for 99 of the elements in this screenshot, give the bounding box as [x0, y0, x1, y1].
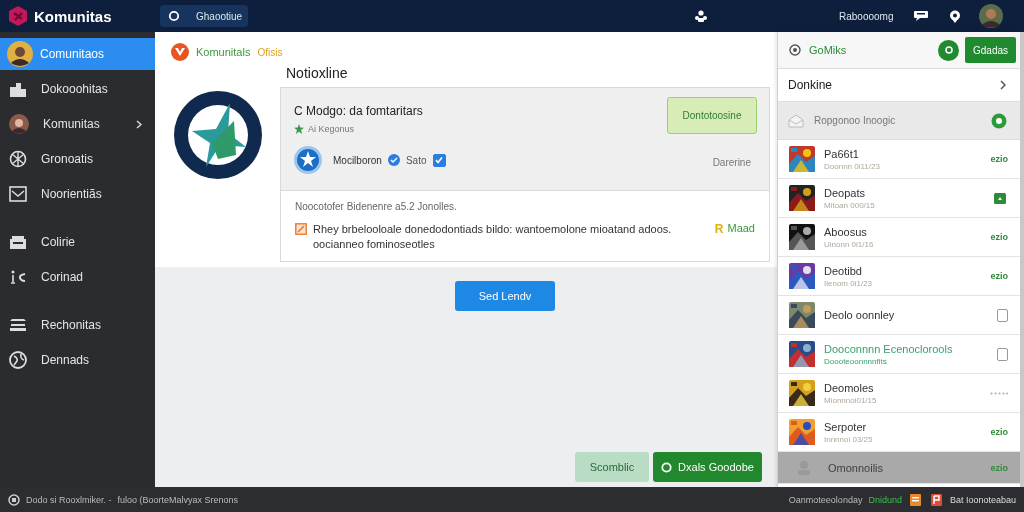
read-link[interactable]: Maad [727, 222, 755, 236]
circle-icon [661, 461, 673, 473]
item-title: Deomoles [824, 381, 875, 394]
hexagon-logo-icon [8, 5, 28, 27]
sidebar-item[interactable]: Corinad [0, 261, 155, 293]
info-icon [8, 493, 20, 506]
filter-row[interactable]: Ropgonoo Inoogic [778, 102, 1020, 140]
letter-mark: R [714, 222, 724, 236]
sidebar-item[interactable]: Dennads [0, 344, 155, 376]
item-title: Aboosus [824, 225, 868, 238]
avatar-icon [9, 114, 29, 134]
location-pin-icon[interactable] [949, 9, 962, 23]
flag-icon [930, 493, 942, 506]
list-item[interactable]: Aboosus Uinonn 0i1/16 ezio [778, 218, 1020, 257]
user-name: Mocilboron [333, 154, 382, 166]
item-tag: ezio [990, 232, 1008, 242]
breadcrumb-tag: Ofisis [257, 46, 283, 58]
send-button[interactable]: Sed Lendv [455, 281, 555, 311]
list-item[interactable]: Omonnoilis ezio [778, 452, 1020, 484]
user-tag: Sato [405, 154, 427, 166]
checkbox[interactable] [432, 153, 446, 167]
note-text: Noocotofer Bidenenre a5.2 Jonolles. [295, 201, 458, 212]
app-name: Komunitas [34, 7, 112, 25]
star-logo-icon [174, 91, 262, 179]
status-tag: Dnidund [868, 494, 902, 505]
list-item[interactable]: Dooconnnn Ecenoclorools Doooteoonnnnfits [778, 335, 1020, 374]
edit-icon [295, 223, 307, 235]
envelope-icon [788, 113, 804, 128]
more-icon [990, 391, 1008, 395]
chevron-right-icon [1000, 80, 1006, 90]
status-text: Oanmoteeolonday [788, 494, 863, 505]
list-item[interactable]: Deolo oonnley [778, 296, 1020, 335]
item-subtitle: Mionnnoi01/15 [824, 395, 878, 405]
item-title: Pa66t1 [824, 147, 860, 160]
primary-button[interactable]: Dxals Goodobe [653, 452, 762, 482]
sidebar-item[interactable]: Komunitas [0, 108, 155, 140]
message-text: Rhey brbelooloale donedodontiads bildo: wantoemolone mioatand adoos. oocianneo fominoseotles [313, 222, 673, 252]
search-field[interactable]: Ghaootiue [160, 5, 248, 27]
section-title: Donkine [788, 78, 833, 92]
item-tag: ezio [990, 462, 1008, 473]
avatar-icon[interactable] [979, 4, 1004, 28]
status-text: Bat Ioonoteabau [949, 494, 1016, 505]
item-title: Deopats [824, 186, 866, 199]
sidebar-item[interactable]: Colirie [0, 226, 155, 258]
search-icon [168, 10, 180, 22]
breadcrumb: Komunitals [196, 46, 251, 58]
play-button[interactable] [938, 39, 959, 61]
action-button[interactable]: Gdadas [965, 37, 1016, 63]
verified-icon [387, 154, 400, 166]
filter-label: Ropgonoo Inoogic [814, 115, 896, 126]
sidebar-item[interactable]: Dokooohitas [0, 73, 155, 105]
list-item[interactable]: Deopats Mitoan 000/15 [778, 179, 1020, 218]
card-subtitle: Ai Kegonus [308, 124, 355, 134]
wheel-icon [9, 150, 27, 168]
item-tag: ezio [990, 154, 1008, 164]
mail-icon [9, 186, 27, 202]
list-item[interactable]: Pa66t1 Doonnn 0i11/23 ezio [778, 140, 1020, 179]
sidebar-item[interactable]: Rechonitas [0, 309, 155, 341]
star-icon [294, 124, 304, 134]
search-input[interactable]: Ghaootiue [196, 10, 246, 22]
item-title: Omonnoilis [828, 461, 885, 474]
list-item[interactable]: Deotibd Ilenom 0i1/23 ezio [778, 257, 1020, 296]
document-icon [909, 493, 921, 506]
checkbox[interactable] [997, 308, 1008, 322]
status-text: Darerine [712, 157, 751, 168]
chat-icon[interactable] [913, 10, 930, 22]
tray-icon [9, 318, 27, 332]
item-subtitle: Doooteoonnnnfits [824, 356, 888, 366]
list-item[interactable]: Deomoles Mionnnoi01/15 [778, 374, 1020, 413]
panel-title: GoMiks [809, 44, 847, 56]
item-subtitle: Mitoan 000/15 [824, 200, 876, 210]
sidebar-item[interactable]: Noorientiãs [0, 178, 155, 210]
status-text: Dodo si Rooxlmiker. - [26, 494, 112, 505]
avatar-icon [7, 41, 33, 67]
status-dot-icon [991, 112, 1007, 129]
item-subtitle: Uinonn 0i1/16 [824, 239, 875, 249]
status-detail: fuloo (BoorteMalvyax Srenons [117, 494, 239, 505]
item-title: Dooconnnn Ecenoclorools [824, 342, 954, 355]
item-title: Deotibd [824, 264, 863, 277]
sidebar-item[interactable]: Gronoatis [0, 143, 155, 175]
item-subtitle: Innnnoi 03/25 [824, 434, 874, 444]
action-button[interactable]: Dontotoosine [667, 97, 757, 134]
item-tag: ezio [990, 427, 1008, 437]
target-icon [789, 44, 801, 56]
people-icon[interactable] [694, 9, 708, 23]
user-name: Raboooomg [839, 10, 894, 22]
page-title: Notioxline [286, 65, 349, 81]
card-title: C Modgo: da fomtaritars [294, 104, 424, 118]
checkbox[interactable] [997, 347, 1008, 361]
item-subtitle: Doonnn 0i11/23 [824, 161, 881, 171]
badge-icon [994, 192, 1006, 204]
item-title: Serpoter [824, 420, 868, 433]
item-subtitle: Ilenom 0i1/23 [824, 278, 874, 288]
star-avatar-icon [294, 146, 322, 174]
chevron-right-icon [136, 119, 142, 129]
buildings-icon [9, 81, 27, 97]
secondary-button[interactable]: Scomblic [575, 452, 649, 482]
item-title: Deolo oonnley [824, 309, 896, 321]
item-tag: ezio [990, 271, 1008, 281]
